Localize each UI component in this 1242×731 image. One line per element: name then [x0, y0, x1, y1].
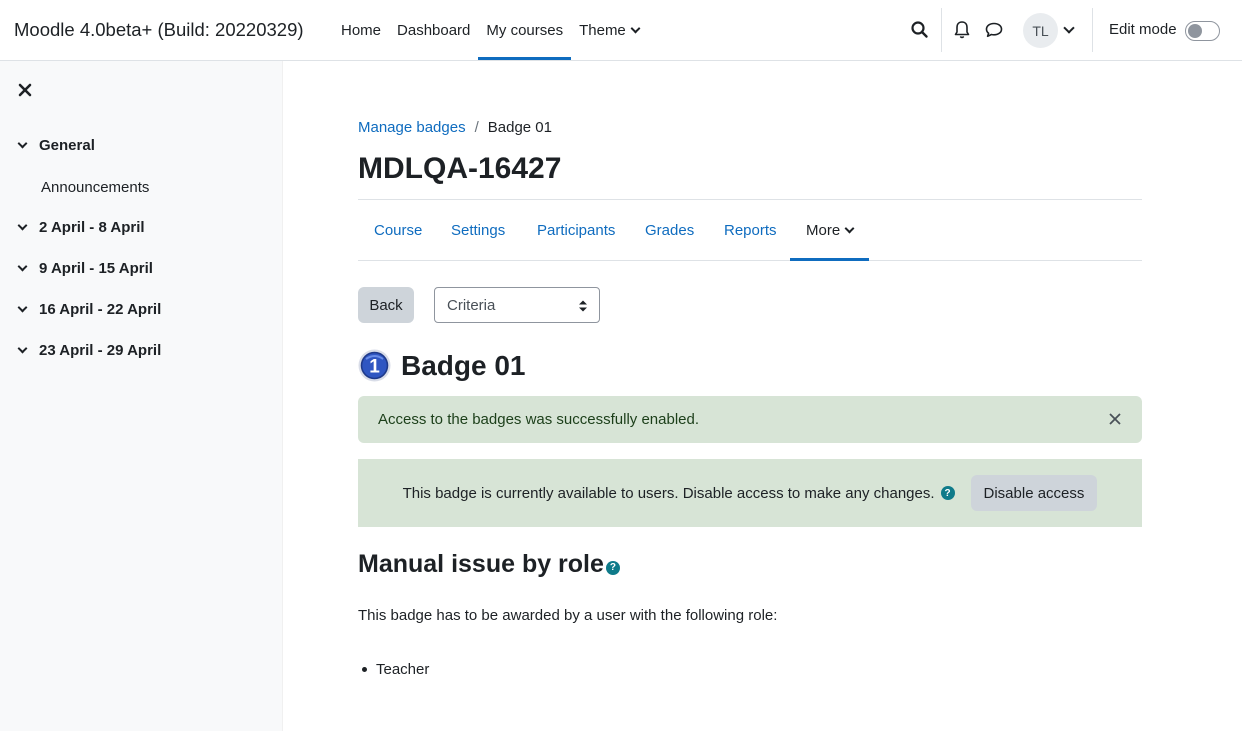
breadcrumb-manage-badges-link[interactable]: Manage badges — [358, 119, 466, 136]
badge-name: Badge 01 — [401, 349, 526, 381]
badge-action-select[interactable]: Criteria — [434, 287, 600, 323]
chevron-down-icon[interactable] — [17, 343, 28, 353]
toggle-knob — [1188, 24, 1202, 38]
nav-dashboard-label: Dashboard — [397, 21, 471, 39]
course-index-drawer: General Announcements 2 April - 8 April … — [0, 61, 283, 731]
chevron-down-icon[interactable] — [17, 261, 28, 271]
success-alert: Access to the badges was successfully en… — [358, 396, 1142, 443]
badge-image-icon: 1 — [358, 349, 391, 382]
tab-more-label: More — [806, 221, 841, 239]
bullet — [362, 667, 367, 672]
secondary-navigation: Course Settings Participants Grades Repo… — [358, 199, 1142, 261]
section-label: 23 April - 29 April — [39, 342, 162, 359]
criteria-heading-text: Manual issue by role — [358, 550, 604, 578]
course-section-week-4[interactable]: 23 April - 29 April — [17, 342, 162, 359]
nav-home[interactable]: Home — [333, 0, 389, 60]
back-button[interactable]: Back — [358, 287, 414, 323]
section-label: General — [39, 137, 95, 154]
badge-status-box: This badge is currently available to use… — [358, 459, 1142, 527]
select-value: Criteria — [447, 296, 496, 314]
course-section-week-2[interactable]: 9 April - 15 April — [17, 260, 153, 277]
search-icon[interactable] — [908, 18, 932, 42]
course-section-week-1[interactable]: 2 April - 8 April — [17, 219, 145, 236]
chevron-down-icon[interactable] — [17, 302, 28, 312]
role-list: Teacher — [358, 661, 429, 678]
breadcrumb: Manage badges / Badge 01 — [358, 119, 552, 136]
tab-more-dropdown[interactable]: More — [789, 200, 870, 261]
activity-announcements[interactable]: Announcements — [41, 179, 149, 196]
breadcrumb-separator: / — [474, 119, 479, 136]
badge-image-digit: 1 — [369, 357, 380, 378]
nav-theme-dropdown[interactable]: Theme — [571, 0, 647, 60]
nav-dashboard[interactable]: Dashboard — [389, 0, 478, 60]
course-section-week-3[interactable]: 16 April - 22 April — [17, 301, 162, 318]
alert-message: Access to the badges was successfully en… — [378, 411, 700, 428]
help-icon[interactable]: ? — [605, 560, 620, 575]
criteria-heading: Manual issue by role ? — [358, 550, 620, 579]
user-menu-chevron-down-icon[interactable] — [1063, 22, 1075, 34]
role-name: Teacher — [376, 661, 430, 678]
navbar-divider — [1092, 8, 1093, 52]
notification-bell-icon[interactable] — [950, 18, 974, 42]
edit-mode-toggle[interactable] — [1185, 21, 1220, 41]
nav-theme-label: Theme — [579, 21, 626, 39]
user-avatar[interactable]: TL — [1023, 13, 1058, 48]
nav-my-courses[interactable]: My courses — [478, 0, 571, 60]
page-title: MDLQA-16427 — [358, 152, 562, 185]
help-icon[interactable]: ? — [940, 486, 955, 500]
chevron-down-icon[interactable] — [17, 220, 28, 230]
badge-heading: 1 Badge 01 — [358, 349, 526, 382]
messages-chat-icon[interactable] — [982, 18, 1006, 42]
tab-grades[interactable]: Grades — [645, 200, 694, 260]
chevron-down-icon — [630, 23, 641, 33]
chevron-down-icon — [844, 223, 855, 233]
criteria-description: This badge has to be awarded by a user w… — [358, 607, 778, 624]
close-icon[interactable] — [1108, 412, 1122, 426]
section-label: 9 April - 15 April — [39, 260, 153, 277]
tab-participants[interactable]: Participants — [537, 200, 615, 260]
tab-course[interactable]: Course — [374, 200, 422, 260]
chevron-down-icon[interactable] — [17, 138, 28, 148]
section-label: 16 April - 22 April — [39, 301, 162, 318]
breadcrumb-current: Badge 01 — [487, 119, 552, 136]
edit-mode-label: Edit mode — [1109, 21, 1177, 38]
list-item: Teacher — [358, 661, 429, 678]
avatar-initials: TL — [1032, 22, 1049, 39]
course-section-general[interactable]: General — [17, 137, 95, 154]
tab-settings[interactable]: Settings — [451, 200, 505, 260]
select-arrows-icon — [579, 300, 587, 312]
section-label: 2 April - 8 April — [39, 219, 145, 236]
top-navbar: Moodle 4.0beta+ (Build: 20220329) Home D… — [0, 0, 1242, 61]
primary-navigation: Home Dashboard My courses Theme — [333, 0, 647, 60]
nav-my-courses-label: My courses — [486, 21, 564, 39]
nav-home-label: Home — [341, 21, 382, 39]
status-message: This badge is currently available to use… — [402, 484, 935, 502]
tab-reports[interactable]: Reports — [724, 200, 777, 260]
navbar-divider — [941, 8, 942, 52]
disable-access-button[interactable]: Disable access — [970, 475, 1098, 511]
site-name[interactable]: Moodle 4.0beta+ (Build: 20220329) — [14, 19, 304, 41]
close-drawer-icon[interactable] — [16, 81, 34, 99]
